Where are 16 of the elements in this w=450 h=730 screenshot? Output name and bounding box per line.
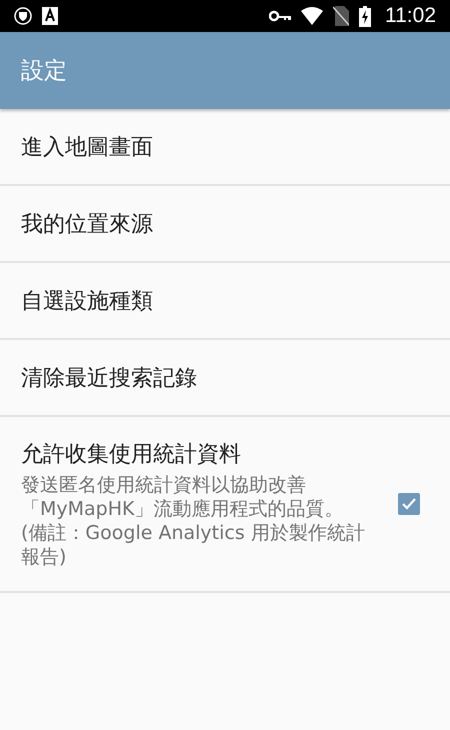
- wifi-icon: [301, 7, 323, 25]
- no-sim-icon: [333, 6, 349, 26]
- settings-item[interactable]: 進入地圖畫面: [21, 132, 153, 162]
- battery-charging-icon: [359, 6, 371, 26]
- checkbox[interactable]: [398, 493, 420, 515]
- settings-item[interactable]: 自選設施種類: [21, 286, 153, 316]
- font-icon: [42, 7, 58, 25]
- settings-item[interactable]: 允許收集使用統計資料: [21, 439, 398, 469]
- settings-item[interactable]: 清除最近搜索記錄: [21, 362, 197, 392]
- shield-icon: [14, 7, 32, 25]
- app-bar-title: 設定: [21, 57, 67, 86]
- status-time: 11:02: [385, 4, 436, 28]
- key-icon: [269, 10, 291, 22]
- settings-summary: 發送匿名使用統計資料以協助改善「MyMapHK」流動應用程式的品質。(備註：Google Analytics 用於製作統計報告): [21, 473, 366, 569]
- check-icon: [401, 497, 417, 511]
- settings-item[interactable]: 我的位置來源: [21, 208, 153, 238]
